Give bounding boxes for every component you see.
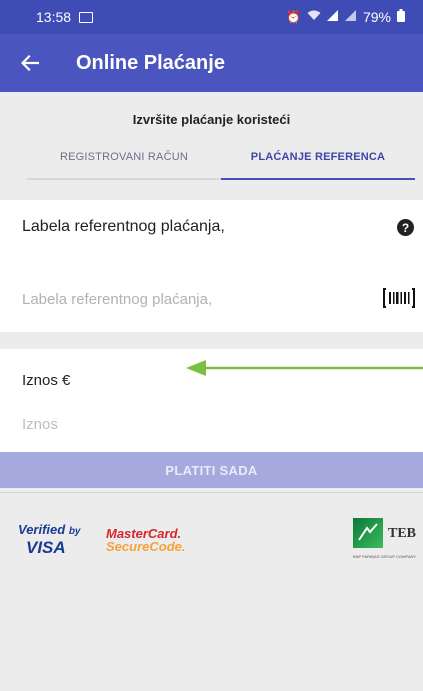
signal-icon-2 [344,10,357,24]
page-title: Online Plaćanje [76,51,225,74]
tab-reference-payment[interactable]: PLAĆANJE REFERENCA [221,144,415,180]
divider [0,492,423,493]
back-button[interactable] [0,34,54,92]
payment-screen: 13:58 ⏰ 79% Online Plaćanje Izvršite pla… [0,0,423,691]
help-icon[interactable]: ? [397,219,414,236]
signal-icon [326,10,339,24]
image-icon [79,11,94,23]
teb-logo: TEB BNP PARIBAS GROUP COMPANY [353,518,423,568]
tab-bar: REGISTROVANI RAČUN PLAĆANJE REFERENCA [27,144,415,180]
securecode-text: SecureCode. [106,539,186,554]
amount-label: Iznos € [22,372,71,389]
reference-input[interactable] [22,287,362,311]
amount-input[interactable] [22,412,402,436]
visa-by-text: by [68,526,81,537]
visa-text: VISA [26,538,66,557]
teb-name: TEB [388,526,417,541]
arrow-left-icon [21,55,39,71]
alarm-icon: ⏰ [286,10,301,24]
wifi-icon [307,10,321,24]
barcode-icon[interactable] [383,287,415,309]
teb-tagline: BNP PARIBAS GROUP COMPANY [353,554,417,559]
mastercard-securecode-logo: MasterCard. SecureCode. [106,527,186,555]
battery-icon [397,9,405,25]
reference-label: Labela referentnog plaćanja, [22,218,225,235]
teb-emblem [353,518,383,548]
section-heading: Izvršite plaćanje koristeći [132,112,291,127]
app-bar: Online Plaćanje [0,34,423,92]
pay-now-button[interactable]: PLATITI SADA [0,452,423,488]
status-time: 13:58 [36,9,72,25]
status-bar: 13:58 ⏰ 79% [0,0,423,34]
annotation-arrow [186,360,423,376]
tab-registered-account[interactable]: REGISTROVANI RAČUN [27,144,221,180]
battery-percent: 79% [362,9,391,25]
reference-card: Labela referentnog plaćanja, ? [0,200,423,332]
payment-method-section: Izvršite plaćanje koristeći REGISTROVANI… [0,92,423,192]
visa-verified-text: Verified [18,522,66,537]
verified-by-visa-logo: Verified by VISA [18,522,90,557]
status-icons: ⏰ 79% [286,9,405,25]
